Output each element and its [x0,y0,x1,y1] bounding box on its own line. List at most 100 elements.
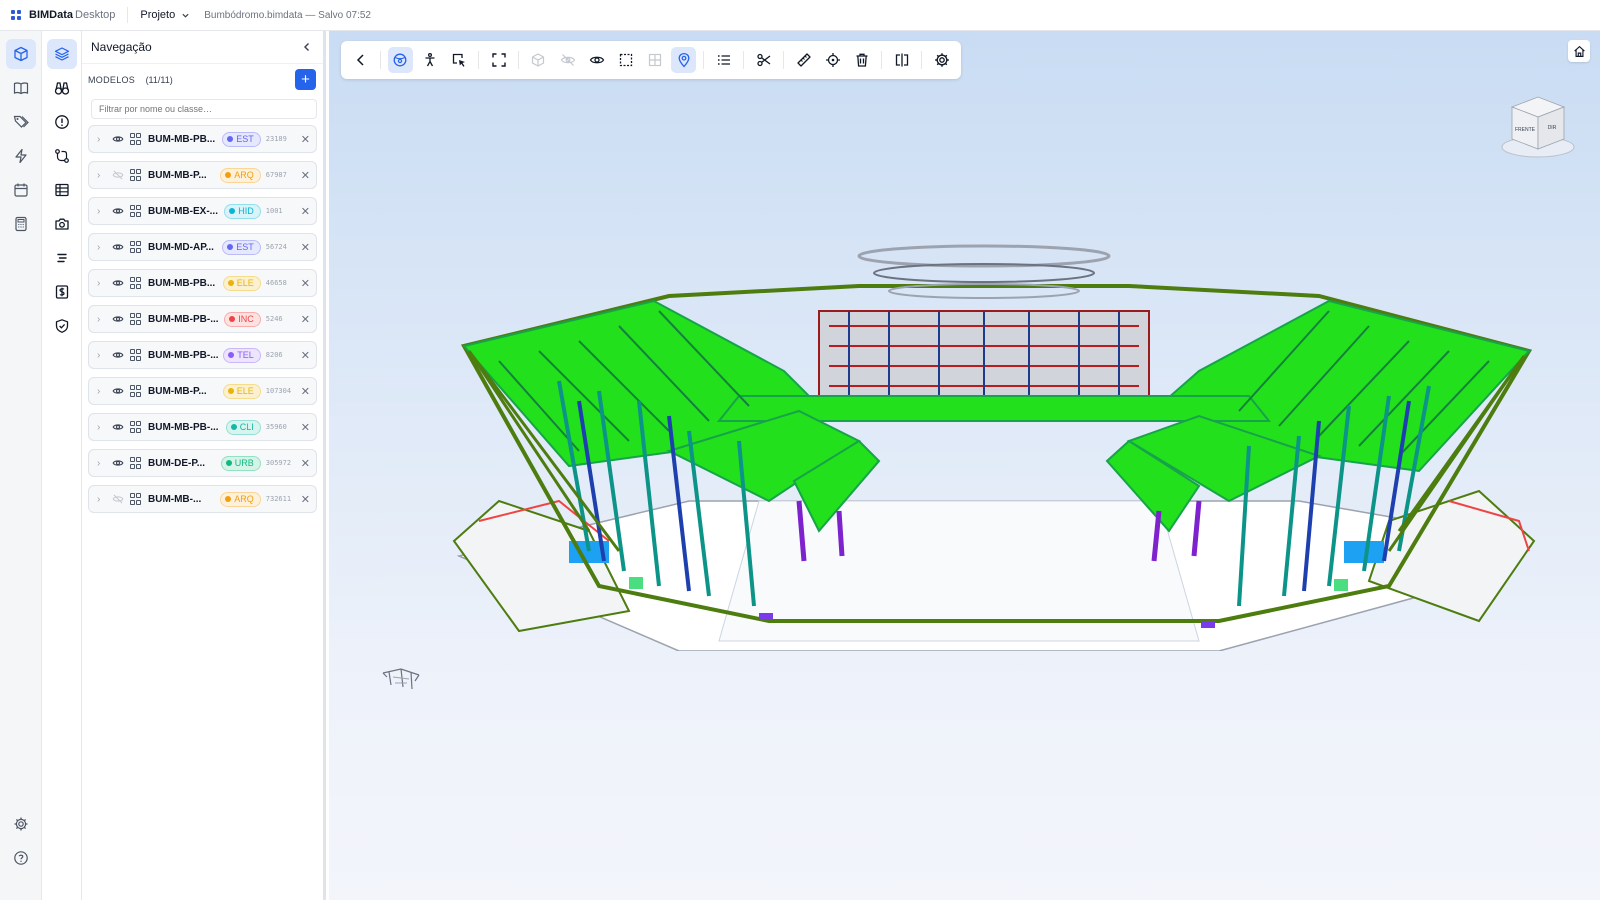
help-button[interactable] [6,843,36,873]
remove-model-icon[interactable]: ✕ [301,421,310,434]
expand-chevron-icon[interactable]: › [97,170,109,181]
select-button[interactable] [446,47,471,73]
model-item[interactable]: › BUM-MB-... ARQ 732611 ✕ [88,485,317,513]
split-view-button[interactable] [889,47,914,73]
eye-icon[interactable] [112,132,126,146]
select-pointer-icon [452,53,465,67]
navigation-cube[interactable]: FRENTE DIR [1498,87,1578,167]
isolate-button[interactable] [526,47,551,73]
model-item[interactable]: › BUM-MB-PB... ELE 46658 ✕ [88,269,317,297]
eye-off-icon[interactable] [112,168,126,182]
remove-model-icon[interactable]: ✕ [301,493,310,506]
model-item[interactable]: › BUM-MB-P... ELE 107304 ✕ [88,377,317,405]
outline-button[interactable] [47,243,77,273]
remove-model-icon[interactable]: ✕ [301,241,310,254]
plan-view-button[interactable] [642,47,667,73]
model-item[interactable]: › BUM-MB-PB... EST 23189 ✕ [88,125,317,153]
model-item[interactable]: › BUM-MB-PB-... TEL 8206 ✕ [88,341,317,369]
show-all-button[interactable] [584,47,609,73]
badge-dot [227,388,234,394]
title-bar: BIMData Desktop Projeto Bumbódromo.bimda… [0,0,1600,31]
remove-model-icon[interactable]: ✕ [301,349,310,362]
validation-button[interactable] [47,311,77,341]
cube-icon [14,46,28,62]
model-grid-icon [130,421,142,433]
camera-icon [55,218,69,230]
floor-marker-right [1201,621,1215,628]
hide-button[interactable] [555,47,580,73]
inspect-button[interactable] [47,73,77,103]
discipline-badge: ELE [222,275,261,291]
eye-icon[interactable] [112,384,126,398]
remove-model-icon[interactable]: ✕ [301,205,310,218]
eye-icon[interactable] [112,348,126,362]
eye-icon[interactable] [112,420,126,434]
remove-model-icon[interactable]: ✕ [301,385,310,398]
eye-off-icon[interactable] [112,492,126,506]
eye-icon[interactable] [112,240,126,254]
documents-button[interactable] [6,73,36,103]
fullscreen-button[interactable] [486,47,511,73]
expand-chevron-icon[interactable]: › [97,458,109,469]
properties-list-button[interactable] [711,47,736,73]
location-button[interactable] [671,47,697,73]
expand-chevron-icon[interactable]: › [97,134,109,145]
eye-icon[interactable] [112,456,126,470]
stadium-3d-model[interactable] [439,201,1549,651]
focus-button[interactable] [820,47,845,73]
model-item[interactable]: › BUM-MB-PB-... CLI 35960 ✕ [88,413,317,441]
routes-button[interactable] [47,141,77,171]
remove-model-icon[interactable]: ✕ [301,313,310,326]
expand-chevron-icon[interactable]: › [97,386,109,397]
layers-button[interactable] [47,39,77,69]
expand-chevron-icon[interactable]: › [97,422,109,433]
delete-button[interactable] [849,47,874,73]
table-button[interactable] [47,175,77,205]
orbit-button[interactable] [387,47,413,73]
expand-chevron-icon[interactable]: › [97,242,109,253]
remove-model-icon[interactable]: ✕ [301,457,310,470]
section-cut-button[interactable] [751,47,776,73]
box-select-button[interactable] [613,47,638,73]
model-item[interactable]: › BUM-MB-P... ARQ 67987 ✕ [88,161,317,189]
calendar-button[interactable] [6,175,36,205]
expand-chevron-icon[interactable]: › [97,314,109,325]
model-name: BUM-MB-PB-... [148,349,219,361]
remove-model-icon[interactable]: ✕ [301,169,310,182]
cube-face-front[interactable]: FRENTE [1515,127,1536,133]
costs-button[interactable] [47,277,77,307]
viewer-toolbar [341,41,961,79]
cube-face-right[interactable]: DIR [1548,125,1557,131]
model-item[interactable]: › BUM-MB-EX-... HID 1001 ✕ [88,197,317,225]
expand-chevron-icon[interactable]: › [97,206,109,217]
viewer-settings-button[interactable] [929,47,954,73]
model-item[interactable]: › BUM-MB-PB-... INC 5246 ✕ [88,305,317,333]
model-item[interactable]: › BUM-MD-AP... EST 56724 ✕ [88,233,317,261]
measure-button[interactable] [791,47,816,73]
tags-button[interactable] [6,107,36,137]
expand-chevron-icon[interactable]: › [97,350,109,361]
snapshots-button[interactable] [47,209,77,239]
model-item[interactable]: › BUM-DE-P... URB 305972 ✕ [88,449,317,477]
collapse-panel-button[interactable] [301,41,313,53]
project-menu[interactable]: Projeto [140,9,190,21]
viewer-3d[interactable]: FRENTE DIR [329,31,1600,900]
expand-chevron-icon[interactable]: › [97,278,109,289]
eye-icon[interactable] [112,276,126,290]
back-button[interactable] [348,47,373,73]
settings-button[interactable] [6,809,36,839]
filter-input[interactable] [91,99,317,119]
viewer-3d-button[interactable] [6,39,36,69]
remove-model-icon[interactable]: ✕ [301,277,310,290]
calculator-button[interactable] [6,209,36,239]
add-model-button[interactable]: + [295,68,316,90]
expand-chevron-icon[interactable]: › [97,494,109,505]
model-name: BUM-MB-P... [148,385,207,397]
eye-icon[interactable] [112,204,126,218]
eye-icon[interactable] [112,312,126,326]
walk-mode-button[interactable] [417,47,442,73]
home-view-button[interactable] [1568,40,1590,62]
issues-button[interactable] [47,107,77,137]
automation-button[interactable] [6,141,36,171]
remove-model-icon[interactable]: ✕ [301,133,310,146]
